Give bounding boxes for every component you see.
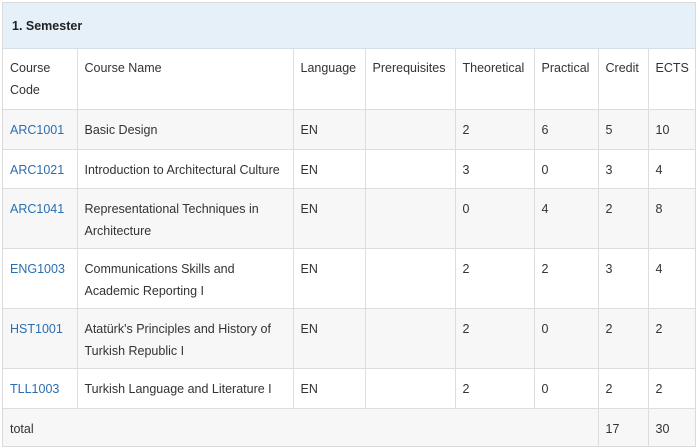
course-name-cell: Representational Techniques in Architect… [77, 188, 294, 249]
table-row: ARC1021 Introduction to Architectural Cu… [3, 149, 695, 189]
practical-cell: 0 [534, 368, 599, 409]
theoretical-cell: 2 [455, 308, 535, 369]
course-code-link[interactable]: ARC1041 [10, 202, 64, 216]
total-credit: 17 [598, 408, 649, 446]
prerequisites-cell [365, 188, 456, 249]
course-code-link[interactable]: TLL1003 [10, 382, 59, 396]
ects-cell: 4 [648, 248, 695, 309]
column-header-course-code: Course Code [3, 49, 78, 110]
prerequisites-cell [365, 109, 456, 150]
theoretical-cell: 2 [455, 248, 535, 309]
theoretical-cell: 2 [455, 109, 535, 150]
column-header-prerequisites: Prerequisites [365, 49, 456, 110]
language-cell: EN [293, 308, 366, 369]
total-label: total [3, 408, 599, 446]
column-header-credit: Credit [598, 49, 649, 110]
course-code-link[interactable]: HST1001 [10, 322, 63, 336]
practical-cell: 2 [534, 248, 599, 309]
course-code-cell: HST1001 [3, 308, 78, 369]
column-header-practical: Practical [534, 49, 599, 110]
course-code-cell: ENG1003 [3, 248, 78, 309]
theoretical-cell: 2 [455, 368, 535, 409]
course-code-cell: ARC1001 [3, 109, 78, 150]
semester-panel: 1. Semester Course Code Course Name Lang… [2, 2, 696, 447]
theoretical-cell: 0 [455, 188, 535, 249]
table-header-row: Course Code Course Name Language Prerequ… [3, 49, 695, 110]
table-row: ARC1041 Representational Techniques in A… [3, 188, 695, 249]
table-row: HST1001 Atatürk's Principles and History… [3, 308, 695, 369]
prerequisites-cell [365, 308, 456, 369]
course-name-cell: Introduction to Architectural Culture [77, 149, 294, 189]
course-code-cell: TLL1003 [3, 368, 78, 409]
course-table: Course Code Course Name Language Prerequ… [3, 49, 695, 446]
credit-cell: 2 [598, 308, 649, 369]
course-code-cell: ARC1041 [3, 188, 78, 249]
practical-cell: 4 [534, 188, 599, 249]
table-row: ARC1001 Basic Design EN 2 6 5 10 [3, 109, 695, 150]
column-header-ects: ECTS [648, 49, 695, 110]
semester-title: 1. Semester [3, 3, 695, 49]
credit-cell: 5 [598, 109, 649, 150]
theoretical-cell: 3 [455, 149, 535, 189]
language-cell: EN [293, 368, 366, 409]
credit-cell: 2 [598, 368, 649, 409]
course-code-link[interactable]: ENG1003 [10, 262, 65, 276]
prerequisites-cell [365, 368, 456, 409]
prerequisites-cell [365, 149, 456, 189]
practical-cell: 0 [534, 149, 599, 189]
course-name-cell: Atatürk's Principles and History of Turk… [77, 308, 294, 369]
practical-cell: 6 [534, 109, 599, 150]
total-row: total 17 30 [3, 408, 695, 446]
column-header-theoretical: Theoretical [455, 49, 535, 110]
language-cell: EN [293, 109, 366, 150]
total-ects: 30 [648, 408, 695, 446]
course-name-cell: Communications Skills and Academic Repor… [77, 248, 294, 309]
practical-cell: 0 [534, 308, 599, 369]
table-row: ENG1003 Communications Skills and Academ… [3, 248, 695, 309]
ects-cell: 4 [648, 149, 695, 189]
course-code-link[interactable]: ARC1021 [10, 163, 64, 177]
column-header-language: Language [293, 49, 366, 110]
prerequisites-cell [365, 248, 456, 309]
credit-cell: 3 [598, 149, 649, 189]
credit-cell: 3 [598, 248, 649, 309]
language-cell: EN [293, 149, 366, 189]
course-code-link[interactable]: ARC1001 [10, 123, 64, 137]
ects-cell: 8 [648, 188, 695, 249]
credit-cell: 2 [598, 188, 649, 249]
ects-cell: 2 [648, 308, 695, 369]
course-code-cell: ARC1021 [3, 149, 78, 189]
course-name-cell: Basic Design [77, 109, 294, 150]
language-cell: EN [293, 248, 366, 309]
language-cell: EN [293, 188, 366, 249]
table-row: TLL1003 Turkish Language and Literature … [3, 368, 695, 409]
ects-cell: 2 [648, 368, 695, 409]
ects-cell: 10 [648, 109, 695, 150]
column-header-course-name: Course Name [77, 49, 294, 110]
course-name-cell: Turkish Language and Literature I [77, 368, 294, 409]
